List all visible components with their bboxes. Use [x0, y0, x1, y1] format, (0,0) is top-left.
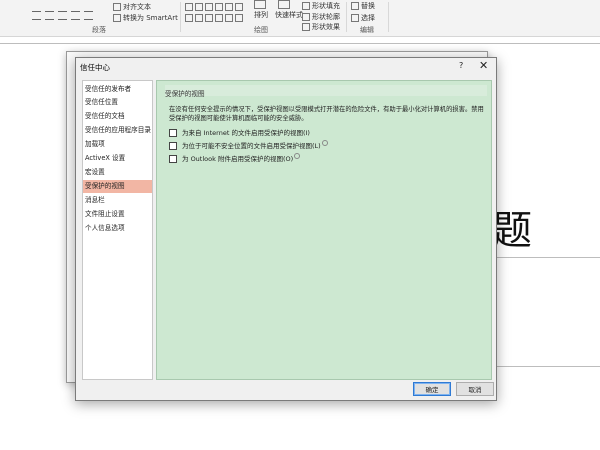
- oval-shape-icon: [185, 14, 193, 22]
- section-title: 受保护的视图: [165, 90, 205, 98]
- replace-icon: [351, 2, 359, 10]
- arrow-shape-icon: [215, 3, 223, 11]
- align-text-button[interactable]: 对齐文本: [113, 2, 151, 12]
- nav-item-activex-settings[interactable]: ActiveX 设置: [83, 152, 152, 165]
- paragraph-group-label: 段落: [92, 26, 106, 34]
- close-icon[interactable]: ✕: [479, 59, 488, 72]
- line-shape-icon: [205, 3, 213, 11]
- rectangle-shape-icon: [185, 3, 193, 11]
- option-unsafe-locations[interactable]: 为位于可能不安全位置的文件启用受保护视图(L): [169, 140, 328, 150]
- select-button[interactable]: 选择: [351, 13, 375, 23]
- nav-item-macro-settings[interactable]: 宏设置: [83, 166, 152, 179]
- brace-shape-icon: [225, 3, 233, 11]
- group-divider: [346, 2, 347, 32]
- option-internet-files[interactable]: 为来自 Internet 的文件启用受保护的视图(I): [169, 127, 310, 137]
- effects-icon: [302, 23, 310, 31]
- group-divider: [388, 2, 389, 32]
- trust-center-nav: 受信任的发布者 受信任位置 受信任的文档 受信任的应用程序目录 加载项 Acti…: [82, 80, 153, 380]
- triangle-shape-icon: [195, 3, 203, 11]
- callout-shape-icon: [215, 14, 223, 22]
- shape-fill-button[interactable]: 形状填充: [302, 1, 340, 11]
- protected-view-description: 在没有任何安全提示的情况下，受保护视图以受限模式打开潜在的危险文件，有助于最小化…: [169, 106, 484, 122]
- paint-bucket-icon: [302, 2, 310, 10]
- distribute-icon[interactable]: [84, 11, 93, 20]
- arrange-icon[interactable]: [254, 0, 268, 9]
- info-icon: [321, 140, 328, 146]
- nav-item-trusted-locations[interactable]: 受信任位置: [83, 96, 152, 109]
- section-header-bar: [165, 85, 487, 96]
- nav-item-message-bar[interactable]: 消息栏: [83, 194, 152, 207]
- cursor-icon: [351, 14, 359, 22]
- justify-icon[interactable]: [71, 11, 80, 20]
- checkbox[interactable]: [169, 129, 177, 137]
- align-left-icon[interactable]: [32, 11, 41, 20]
- slide-placeholder-border: [486, 366, 600, 367]
- shape-effects-button[interactable]: 形状效果: [302, 22, 340, 32]
- nav-item-trusted-documents[interactable]: 受信任的文档: [83, 110, 152, 123]
- group-divider: [180, 2, 181, 32]
- editing-group-label: 编辑: [360, 26, 374, 34]
- info-icon: [294, 153, 301, 159]
- dialog-title: 信任中心: [80, 63, 110, 72]
- pentagon-shape-icon: [195, 14, 203, 22]
- more-shapes-icon: [235, 14, 243, 22]
- align-text-icon: [113, 3, 121, 11]
- convert-smartart-button[interactable]: 转换为 SmartArt: [113, 13, 178, 23]
- option-label: 为 Outlook 附件启用受保护的视图(O): [182, 155, 294, 163]
- shape-outline-button[interactable]: 形状轮廓: [302, 12, 340, 22]
- slide-divider: [0, 43, 600, 44]
- option-label: 为来自 Internet 的文件启用受保护的视图(I): [182, 129, 310, 137]
- option-label: 为位于可能不安全位置的文件启用受保护视图(L): [182, 142, 321, 150]
- align-center-icon[interactable]: [45, 11, 54, 20]
- drawing-group-label: 绘图: [254, 26, 268, 34]
- ok-button[interactable]: 确定: [413, 382, 451, 396]
- star-shape-icon: [235, 3, 243, 11]
- nav-item-trusted-publishers[interactable]: 受信任的发布者: [83, 83, 152, 96]
- trust-center-dialog: 信任中心 ? ✕ 受信任的发布者 受信任位置 受信任的文档 受信任的应用程序目录…: [75, 57, 497, 401]
- pen-icon: [302, 13, 310, 21]
- nav-item-trusted-app-catalogs[interactable]: 受信任的应用程序目录: [83, 124, 152, 137]
- checkbox[interactable]: [169, 155, 177, 163]
- help-icon[interactable]: ?: [459, 61, 463, 70]
- ribbon: 对齐文本 转换为 SmartArt 段落 排列 快速样式 形状填充 形状轮廓 形…: [0, 0, 600, 37]
- option-outlook-attachments[interactable]: 为 Outlook 附件启用受保护的视图(O): [169, 153, 301, 163]
- protected-view-panel: 受保护的视图 在没有任何安全提示的情况下，受保护视图以受限模式打开潜在的危险文件…: [156, 80, 492, 380]
- nav-item-add-ins[interactable]: 加载项: [83, 138, 152, 151]
- bracket-shape-icon: [225, 14, 233, 22]
- curve-shape-icon: [205, 14, 213, 22]
- align-right-icon[interactable]: [58, 11, 67, 20]
- shapes-gallery-row2[interactable]: [185, 14, 245, 22]
- nav-item-file-block-settings[interactable]: 文件阻止设置: [83, 208, 152, 221]
- replace-button[interactable]: 替换: [351, 1, 375, 11]
- shapes-gallery[interactable]: [185, 3, 245, 11]
- smartart-icon: [113, 14, 121, 22]
- quick-styles-icon[interactable]: [278, 0, 292, 9]
- slide-title-text[interactable]: 题: [492, 198, 532, 256]
- cancel-button[interactable]: 取消: [456, 382, 494, 396]
- quick-styles-button[interactable]: 快速样式: [275, 10, 303, 20]
- slide-placeholder-border: [486, 257, 600, 258]
- nav-item-protected-view[interactable]: 受保护的视图: [83, 180, 152, 193]
- nav-item-privacy-options[interactable]: 个人信息选项: [83, 222, 152, 235]
- checkbox[interactable]: [169, 142, 177, 150]
- arrange-button[interactable]: 排列: [254, 10, 268, 20]
